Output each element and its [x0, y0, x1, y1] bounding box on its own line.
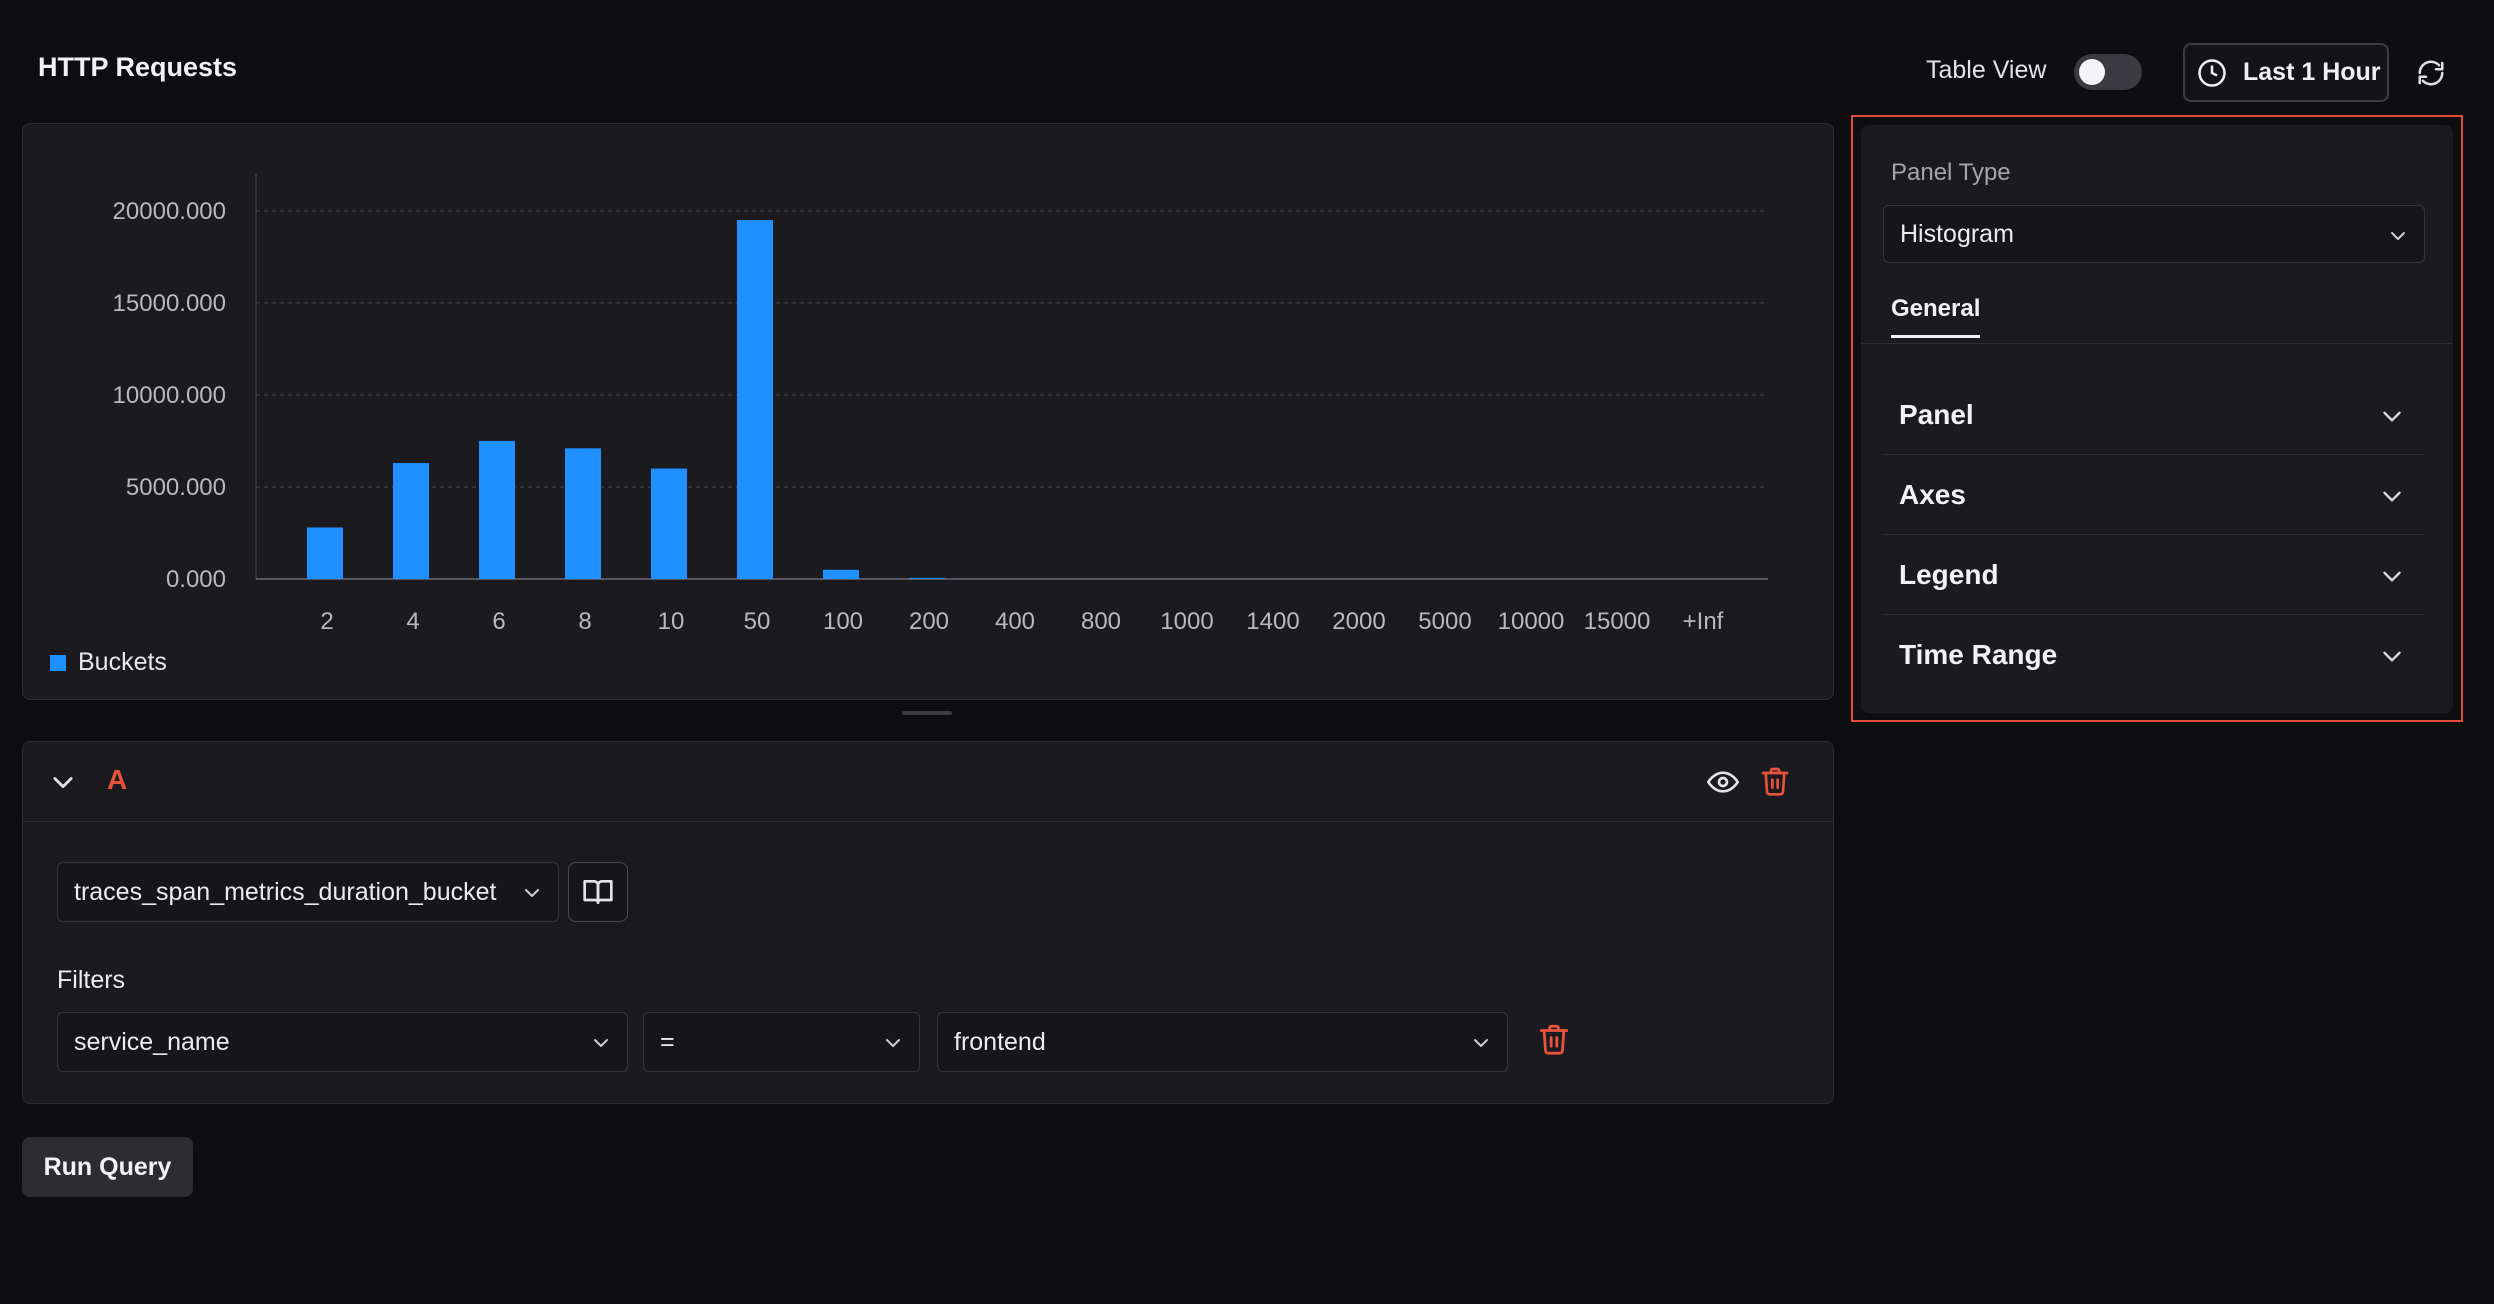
delete-query-icon[interactable] [1759, 764, 1791, 798]
x-tick-label: 1000 [1160, 608, 1213, 635]
y-tick-label: 5000.000 [126, 474, 226, 501]
histogram-chart: 0.000 5000.000 10000.000 15000.000 20000.000… [113, 174, 1768, 635]
section-legend[interactable]: Legend [1883, 535, 2425, 615]
legend-swatch [50, 654, 66, 671]
clock-icon [2198, 58, 2226, 87]
metrics-browser-button[interactable] [568, 862, 628, 922]
histogram-bar [823, 569, 859, 579]
panel-type-value: Histogram [1900, 219, 2014, 248]
histogram-bar [909, 577, 945, 579]
x-tick-label: 1400 [1246, 608, 1299, 635]
x-tick-label: 2 [320, 608, 333, 635]
x-tick-label: 50 [744, 608, 771, 635]
histogram-bar [479, 440, 515, 579]
chevron-down-icon [594, 1039, 608, 1047]
chevron-down-icon [525, 889, 539, 897]
chevron-down-icon[interactable] [49, 768, 77, 796]
section-panel[interactable]: Panel [1883, 375, 2425, 455]
delete-filter-icon[interactable] [1537, 1021, 1571, 1057]
histogram-bar [307, 527, 343, 579]
panel-options: Panel Type Histogram General Panel Axes … [1861, 125, 2453, 713]
book-icon [583, 880, 613, 904]
chevron-down-icon [1474, 1039, 1488, 1047]
query-header: A [23, 742, 1833, 822]
x-tick-label: 10000 [1498, 608, 1565, 635]
table-view-toggle[interactable] [2074, 54, 2142, 90]
time-range-button[interactable]: Last 1 Hour [2183, 43, 2389, 102]
filter-value-value: frontend [954, 1027, 1046, 1056]
histogram-bar [737, 220, 773, 579]
query-letter: A [107, 764, 128, 795]
time-range-label: Last 1 Hour [2243, 58, 2381, 86]
section-axes[interactable]: Axes [1883, 455, 2425, 535]
chevron-down-icon [2383, 491, 2401, 502]
filter-operator-select[interactable]: = [643, 1012, 920, 1072]
x-tick-label: 800 [1081, 608, 1121, 635]
x-tick-label: 15000 [1584, 608, 1651, 635]
chevron-down-icon [2391, 232, 2405, 240]
filter-operator-value: = [660, 1027, 675, 1056]
chevron-down-icon [2383, 411, 2401, 422]
chart-legend[interactable]: Buckets [50, 648, 167, 677]
toggle-knob [2079, 59, 2105, 85]
metric-select[interactable]: traces_span_metrics_duration_bucket [57, 862, 559, 922]
x-tick-label: 5000 [1418, 608, 1471, 635]
section-label: Legend [1899, 558, 1999, 590]
panel-type-label: Panel Type [1891, 159, 2011, 186]
resize-handle[interactable] [902, 711, 952, 715]
chevron-down-icon [2383, 571, 2401, 582]
filter-key-select[interactable]: service_name [57, 1012, 628, 1072]
x-tick-label: 8 [578, 608, 591, 635]
metric-value: traces_span_metrics_duration_bucket [74, 877, 497, 906]
histogram-bar [651, 468, 687, 579]
chart-panel: 0.000 5000.000 10000.000 15000.000 20000.000… [22, 123, 1834, 700]
tabs-divider [1861, 343, 2453, 344]
filter-value-select[interactable]: frontend [937, 1012, 1508, 1072]
x-tick-label: 2000 [1332, 608, 1385, 635]
y-tick-label: 20000.000 [113, 198, 226, 225]
query-editor: A traces_span_metrics_duration_bucket Fi… [22, 741, 1834, 1104]
section-label: Axes [1899, 478, 1966, 510]
x-tick-label: 400 [995, 608, 1035, 635]
section-time-range[interactable]: Time Range [1883, 615, 2425, 695]
panel-options-highlight: Panel Type Histogram General Panel Axes … [1851, 115, 2463, 722]
x-tick-label: +Inf [1683, 608, 1724, 635]
chevron-down-icon [886, 1039, 900, 1047]
page-title: HTTP Requests [38, 52, 238, 82]
x-tick-label: 200 [909, 608, 949, 635]
chevron-down-icon [2383, 651, 2401, 662]
section-label: Time Range [1899, 639, 2058, 670]
section-label: Panel [1899, 398, 1974, 430]
y-tick-label: 0.000 [166, 566, 226, 593]
panel-type-select[interactable]: Histogram [1883, 205, 2425, 263]
filters-label: Filters [57, 966, 126, 994]
run-query-button[interactable]: Run Query [22, 1137, 193, 1197]
refresh-button[interactable] [2413, 55, 2449, 91]
legend-label: Buckets [78, 648, 167, 676]
refresh-icon [2418, 60, 2444, 86]
y-tick-label: 10000.000 [113, 382, 226, 409]
x-tick-label: 10 [658, 608, 685, 635]
x-tick-label: 4 [406, 608, 419, 635]
histogram-bar [393, 463, 429, 579]
y-tick-label: 15000.000 [113, 290, 226, 317]
x-tick-label: 6 [492, 608, 505, 635]
histogram-bar [565, 448, 601, 579]
x-tick-label: 100 [823, 608, 863, 635]
table-view-label: Table View [1926, 56, 2047, 84]
filter-key-value: service_name [74, 1027, 230, 1056]
eye-icon[interactable] [1707, 766, 1739, 798]
tab-general[interactable]: General [1891, 295, 1981, 338]
